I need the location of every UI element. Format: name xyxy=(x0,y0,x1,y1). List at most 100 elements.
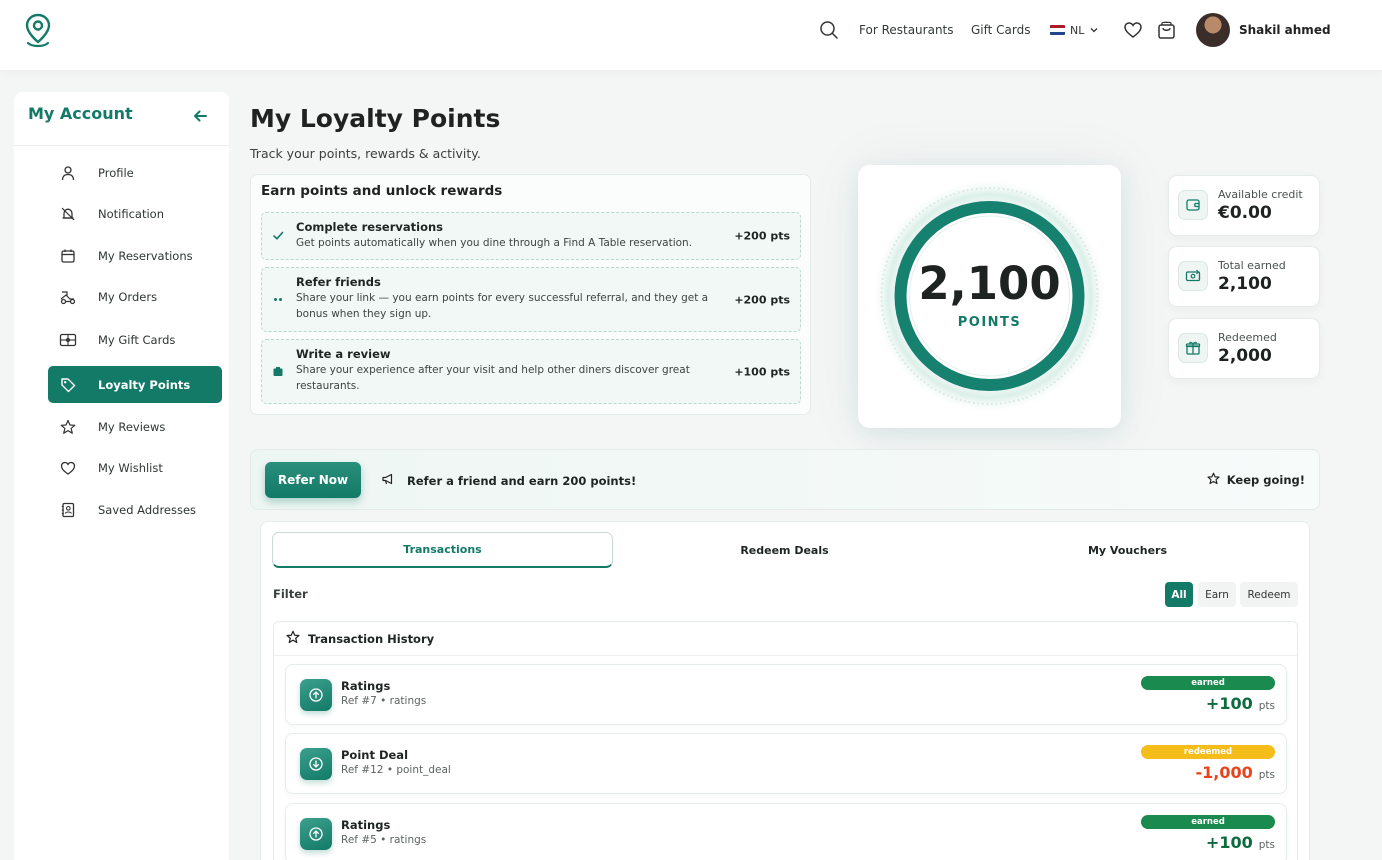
loyalty-tabs-panel: Transactions Redeem Deals My Vouchers Fi… xyxy=(260,521,1310,860)
amount-unit: pts xyxy=(1258,769,1275,781)
status-badge: redeemed xyxy=(1141,745,1275,759)
gift-icon xyxy=(1178,333,1208,363)
star-icon xyxy=(286,630,300,647)
sidebar-item-label: My Reservations xyxy=(98,248,193,263)
sidebar-item-orders[interactable]: My Orders xyxy=(48,278,222,315)
user-menu[interactable]: Shakil ahmed xyxy=(1196,0,1331,60)
stat-label: Total earned xyxy=(1218,259,1286,272)
delivery-icon xyxy=(48,289,88,305)
sidebar-item-label: Notification xyxy=(98,206,164,221)
transaction-history-title: Transaction History xyxy=(308,631,435,646)
transaction-title: Point Deal xyxy=(341,748,409,762)
user-name: Shakil ahmed xyxy=(1239,23,1331,37)
cart-icon[interactable] xyxy=(1157,0,1176,60)
earn-row-refer: Refer friends Share your link — you earn… xyxy=(261,267,801,332)
filter-redeem[interactable]: Redeem xyxy=(1240,582,1298,607)
earn-row-title: Complete reservations xyxy=(296,220,444,234)
user-icon xyxy=(48,165,88,181)
nav-gift-cards[interactable]: Gift Cards xyxy=(971,23,1031,37)
sidebar-item-label: My Gift Cards xyxy=(98,332,176,347)
earn-row-points: +200 pts xyxy=(734,229,790,243)
heart-icon xyxy=(48,460,88,476)
nav-for-restaurants[interactable]: For Restaurants xyxy=(859,23,954,37)
megaphone-icon xyxy=(381,472,395,489)
refer-now-button[interactable]: Refer Now xyxy=(265,462,361,498)
earn-row-description: Share your experience after your visit a… xyxy=(296,364,690,392)
stat-label: Redeemed xyxy=(1218,331,1277,344)
keep-going: Keep going! xyxy=(1207,472,1305,488)
calendar-icon xyxy=(48,248,88,264)
filter-all[interactable]: All xyxy=(1165,582,1193,607)
transaction-history: Transaction History Ratings Ref #7 • rat… xyxy=(273,621,1298,860)
location-pin-logo-icon[interactable] xyxy=(22,12,54,52)
earn-row-reservations: Complete reservations Get points automat… xyxy=(261,212,801,260)
stat-value: €0.00 xyxy=(1218,203,1272,223)
amount-value: +100 xyxy=(1205,694,1253,713)
points-value: 2,100 xyxy=(918,257,1061,310)
netherlands-flag-icon xyxy=(1050,25,1065,35)
transaction-row[interactable]: Ratings Ref #5 • ratings earned +100 pts xyxy=(285,803,1287,860)
sidebar-item-label: My Reviews xyxy=(98,419,166,434)
check-icon xyxy=(272,227,284,246)
avatar xyxy=(1196,13,1230,47)
transaction-row[interactable]: Ratings Ref #7 • ratings earned +100 pts xyxy=(285,664,1287,725)
amount-value: -1,000 xyxy=(1195,763,1253,782)
earn-row-description: Get points automatically when you dine t… xyxy=(296,237,693,249)
sidebar-item-reservations[interactable]: My Reservations xyxy=(48,237,222,274)
amount-unit: pts xyxy=(1258,700,1275,712)
top-navbar: For Restaurants Gift Cards NL Shakil ahm… xyxy=(0,0,1382,70)
points-label: POINTS xyxy=(957,315,1022,330)
sidebar-item-reviews[interactable]: My Reviews xyxy=(48,408,222,445)
wallet-icon xyxy=(1178,190,1208,220)
stat-label: Available credit xyxy=(1218,188,1303,201)
stat-total-earned: Total earned 2,100 xyxy=(1168,246,1320,307)
tab-my-vouchers[interactable]: My Vouchers xyxy=(957,532,1298,568)
earn-row-points: +200 pts xyxy=(734,293,790,306)
sidebar-header: My Account xyxy=(14,92,229,146)
cash-icon xyxy=(1178,261,1208,291)
tag-icon xyxy=(48,377,88,393)
sidebar-item-loyalty-points[interactable]: Loyalty Points xyxy=(48,366,222,403)
bell-icon xyxy=(48,206,88,222)
sidebar-item-gift-cards[interactable]: My Gift Cards xyxy=(48,321,222,358)
tab-redeem-deals[interactable]: Redeem Deals xyxy=(614,532,955,568)
points-balance-card: 2,100 POINTS xyxy=(858,165,1121,428)
refer-message: Refer a friend and earn 200 points! xyxy=(381,472,636,489)
stat-available-credit: Available credit €0.00 xyxy=(1168,175,1320,236)
sidebar-item-notification[interactable]: Notification xyxy=(48,195,222,232)
tab-transactions[interactable]: Transactions xyxy=(272,532,613,568)
clipboard-icon xyxy=(272,362,284,381)
transaction-ref: Ref #12 • point_deal xyxy=(341,764,451,776)
heart-icon[interactable] xyxy=(1123,0,1143,60)
amount-value: +100 xyxy=(1205,833,1253,852)
earn-row-title: Write a review xyxy=(296,347,391,361)
language-label: NL xyxy=(1070,23,1085,37)
sidebar-item-wishlist[interactable]: My Wishlist xyxy=(48,449,222,486)
star-icon xyxy=(48,419,88,435)
earn-rewards-card: Earn points and unlock rewards Complete … xyxy=(250,174,811,415)
refer-message-text: Refer a friend and earn 200 points! xyxy=(407,473,637,488)
arrow-up-circle-icon xyxy=(300,679,332,711)
earn-row-title: Refer friends xyxy=(296,275,381,289)
sidebar-title: My Account xyxy=(28,104,133,123)
sidebar-item-label: Saved Addresses xyxy=(98,502,197,517)
earn-row-review: Write a review Share your experience aft… xyxy=(261,339,801,404)
status-badge: earned xyxy=(1141,676,1275,690)
sidebar-item-saved-addresses[interactable]: Saved Addresses xyxy=(48,491,222,528)
filter-earn[interactable]: Earn xyxy=(1198,582,1236,607)
page-subtitle: Track your points, rewards & activity. xyxy=(250,146,481,161)
transaction-amount: -1,000 pts xyxy=(1195,763,1275,782)
sidebar-item-profile[interactable]: Profile xyxy=(48,154,222,191)
address-book-icon xyxy=(48,502,88,518)
refer-banner: Refer Now Refer a friend and earn 200 po… xyxy=(250,449,1320,510)
transaction-amount: +100 pts xyxy=(1206,694,1275,713)
search-icon[interactable] xyxy=(819,0,839,60)
language-selector[interactable]: NL xyxy=(1050,24,1099,37)
transaction-row[interactable]: Point Deal Ref #12 • point_deal redeemed… xyxy=(285,733,1287,794)
arrow-down-circle-icon xyxy=(300,748,332,780)
stat-redeemed: Redeemed 2,000 xyxy=(1168,318,1320,379)
amount-unit: pts xyxy=(1258,839,1275,851)
transaction-title: Ratings xyxy=(341,679,391,693)
sidebar-item-label: Profile xyxy=(98,165,134,180)
arrow-left-icon[interactable] xyxy=(192,108,208,128)
